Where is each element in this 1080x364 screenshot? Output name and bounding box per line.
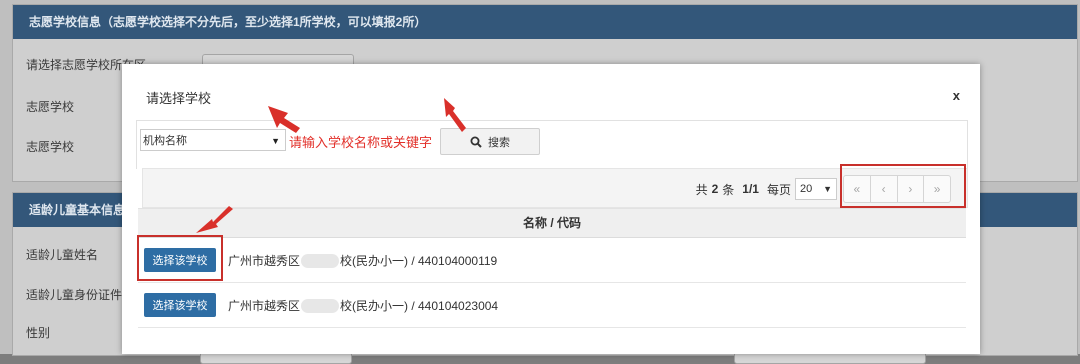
- arrow-icon: [268, 106, 300, 133]
- arrow-icon: [444, 98, 466, 132]
- annotation-arrows: [196, 98, 466, 233]
- arrow-icon: [196, 206, 233, 233]
